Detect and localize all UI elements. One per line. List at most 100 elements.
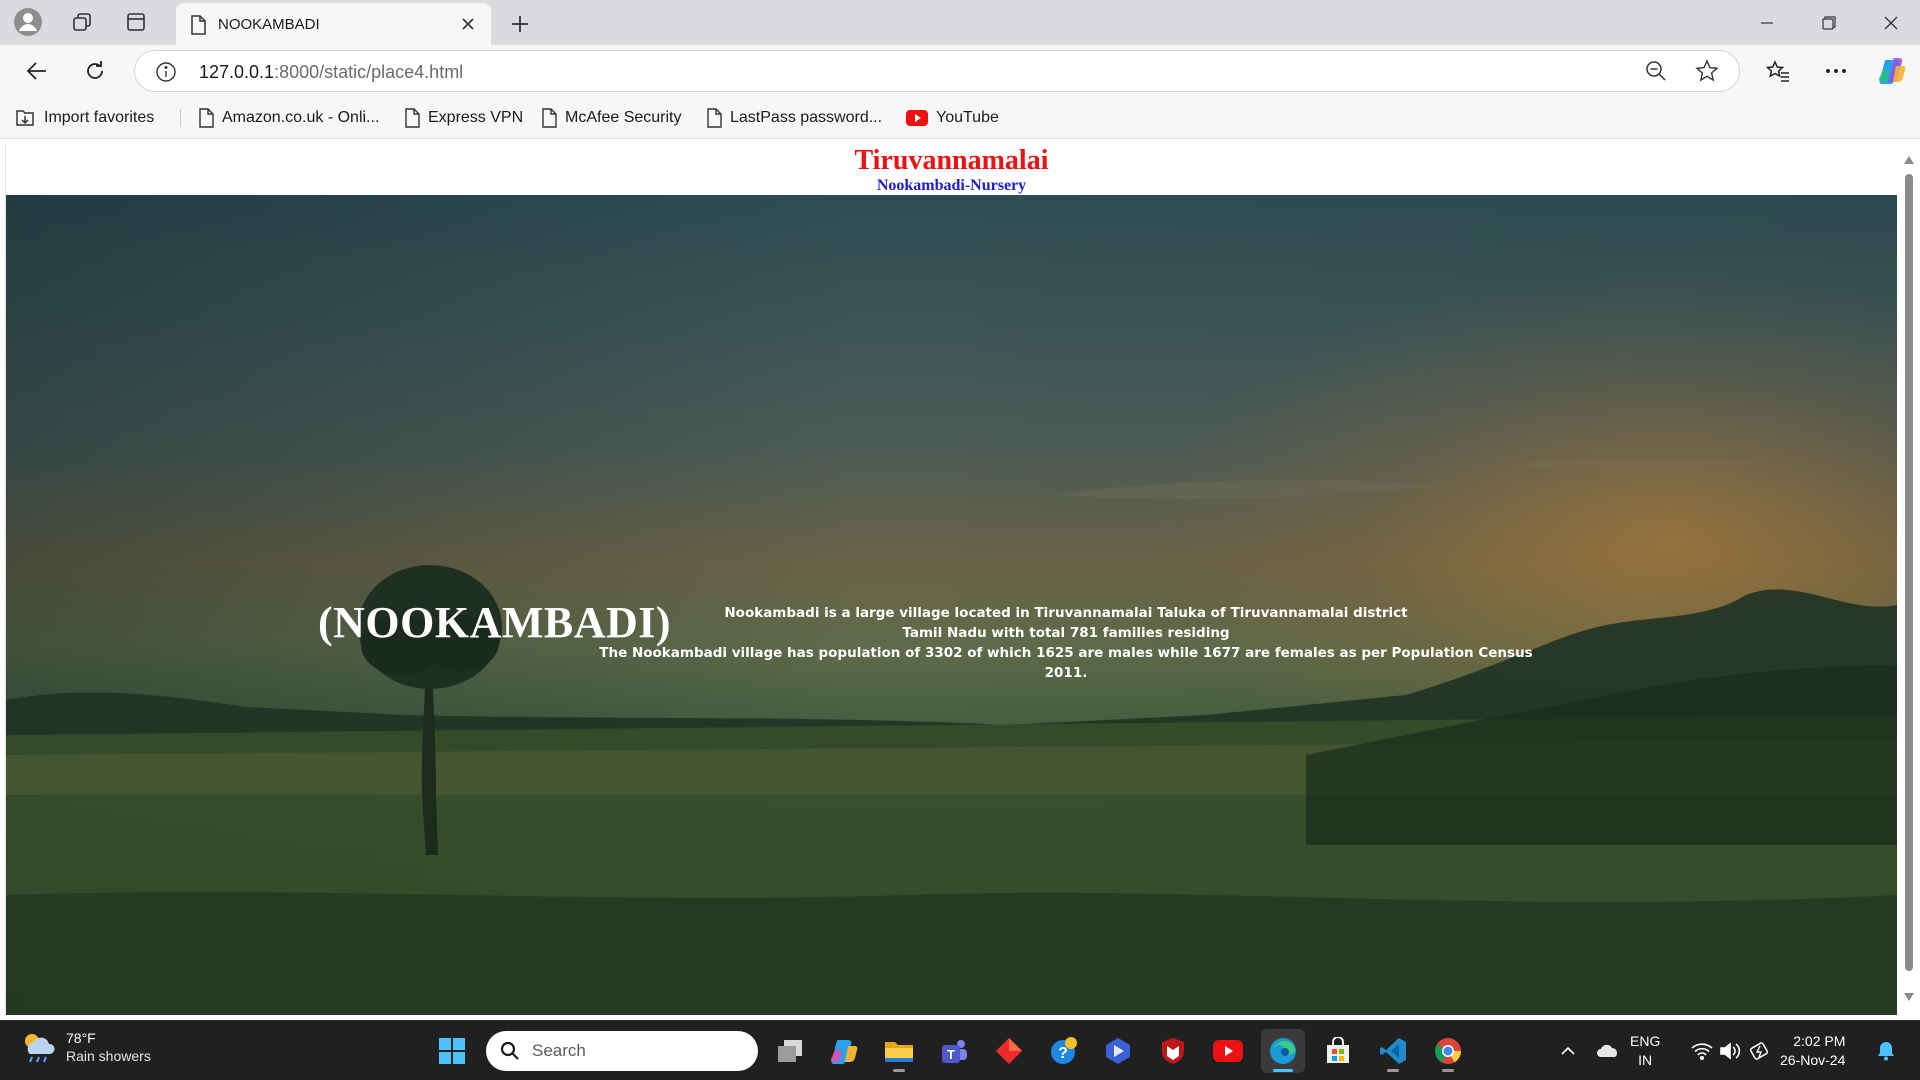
scrollbar-thumb[interactable]	[1905, 174, 1913, 971]
weather-condition: Rain showers	[66, 1048, 151, 1064]
back-button[interactable]	[18, 53, 56, 89]
fav-label: McAfee Security	[565, 109, 682, 126]
microsoft-store-button[interactable]	[1316, 1029, 1360, 1073]
fav-label: Import favorites	[44, 109, 155, 126]
profile-icon[interactable]	[8, 6, 48, 38]
running-indicator	[1273, 1069, 1293, 1072]
task-view-button[interactable]	[768, 1029, 812, 1073]
start-button[interactable]	[430, 1029, 474, 1073]
page-icon	[542, 108, 557, 128]
weather-widget[interactable]: 78°F Rain showers	[20, 1029, 151, 1065]
wifi-icon[interactable]	[1690, 1039, 1714, 1063]
more-options-icon[interactable]	[1816, 53, 1856, 89]
vertical-tabs-icon[interactable]	[116, 6, 156, 38]
mcafee-button[interactable]	[1151, 1029, 1195, 1073]
help-icon: ?	[1051, 1037, 1077, 1064]
onedrive-cloud-icon[interactable]	[1596, 1039, 1620, 1063]
page-scrollbar[interactable]	[1898, 144, 1920, 1015]
close-tab-icon[interactable]	[457, 13, 479, 35]
favorite-youtube[interactable]: YouTube	[906, 106, 999, 130]
page-subtitle: Nookambadi-Nursery	[876, 177, 1027, 194]
copilot-icon	[831, 1040, 858, 1064]
running-indicator	[1387, 1069, 1399, 1072]
power-automate-button[interactable]	[1096, 1029, 1140, 1073]
site-info-icon[interactable]	[155, 61, 177, 88]
favorite-express-vpn[interactable]: Express VPN	[404, 106, 523, 130]
hero-description: Nookambadi is a large village located in…	[599, 603, 1532, 683]
url-path: :8000/static/place4.html	[274, 62, 464, 82]
file-explorer-button[interactable]	[877, 1029, 921, 1073]
chrome-icon	[1435, 1038, 1462, 1064]
search-label: Search	[532, 1041, 586, 1060]
favorite-amazon[interactable]: Amazon.co.uk - Onli...	[198, 106, 379, 130]
close-window-button[interactable]	[1860, 0, 1920, 45]
svg-text:?: ?	[1058, 1045, 1068, 1062]
page-viewport: Tiruvannamalai Nookambadi-Nursery (NOOKA…	[5, 144, 1902, 1015]
favorites-icon[interactable]	[1758, 53, 1798, 89]
hero-line-1: Nookambadi is a large village located in…	[724, 605, 1408, 621]
edge-icon	[1270, 1038, 1296, 1064]
diamond-app-icon	[996, 1038, 1022, 1064]
restore-button[interactable]	[1798, 0, 1860, 45]
red-app-button[interactable]	[987, 1029, 1031, 1073]
hero-heading: (NOOKAMBADI)	[318, 598, 672, 647]
weather-text: 78°F Rain showers	[66, 1029, 151, 1065]
hero-banner: (NOOKAMBADI) Nookambadi is a large villa…	[6, 195, 1897, 1015]
clock-date: 26-Nov-24	[1780, 1052, 1846, 1068]
new-tab-button[interactable]	[504, 8, 536, 40]
import-favorites-button[interactable]: Import favorites	[14, 106, 154, 130]
refresh-button[interactable]	[76, 53, 114, 89]
scroll-up-arrow-icon[interactable]	[1903, 152, 1915, 170]
input-language-indicator[interactable]: ENG IN	[1630, 1032, 1660, 1070]
page-icon	[199, 108, 214, 128]
windows-taskbar: 78°F Rain showers Search T ? ENG IN 2:02…	[0, 1020, 1920, 1080]
running-indicator	[893, 1069, 905, 1072]
page-icon	[405, 108, 420, 128]
favorite-star-icon[interactable]	[1695, 59, 1719, 88]
vscode-icon	[1380, 1038, 1406, 1064]
minimize-button[interactable]	[1736, 0, 1798, 45]
url-text[interactable]: 127.0.0.1:8000/static/place4.html	[199, 62, 463, 83]
active-tab[interactable]: NOOKAMBADI	[176, 3, 491, 45]
hero-line-3: The Nookambadi village has population of…	[599, 645, 1533, 681]
vscode-button[interactable]	[1371, 1029, 1415, 1073]
fav-label: LastPass password...	[730, 109, 883, 126]
youtube-taskbar-button[interactable]	[1206, 1029, 1250, 1073]
copilot-icon[interactable]	[1872, 53, 1912, 89]
notification-bell-icon[interactable]	[1874, 1039, 1898, 1063]
workspaces-icon[interactable]	[62, 6, 102, 38]
volume-icon[interactable]	[1718, 1039, 1742, 1063]
favorites-divider	[180, 109, 181, 127]
copilot-taskbar-button[interactable]	[822, 1029, 866, 1073]
lang-code: ENG	[1630, 1033, 1661, 1049]
zoom-out-icon[interactable]	[1645, 60, 1667, 87]
favorite-mcafee[interactable]: McAfee Security	[541, 106, 681, 130]
windows-logo-icon	[439, 1038, 465, 1064]
store-icon	[1327, 1037, 1349, 1063]
rain-cloud-icon	[25, 1034, 55, 1063]
address-bar[interactable]: 127.0.0.1:8000/static/place4.html	[134, 50, 1740, 92]
task-view-icon	[778, 1040, 802, 1062]
favorite-lastpass[interactable]: LastPass password...	[706, 106, 882, 130]
battery-charging-icon[interactable]	[1748, 1039, 1772, 1063]
hexagon-app-icon	[1106, 1038, 1130, 1064]
fav-label: Express VPN	[428, 109, 524, 126]
folder-icon	[885, 1042, 913, 1062]
edge-taskbar-button[interactable]	[1261, 1029, 1305, 1073]
lang-region: IN	[1638, 1052, 1653, 1068]
teams-button[interactable]: T	[932, 1029, 976, 1073]
hero-line-2: Tamil Nadu with total 781 families resid…	[902, 625, 1230, 641]
search-icon	[500, 1041, 519, 1060]
taskbar-search-box[interactable]: Search	[486, 1031, 758, 1071]
get-help-button[interactable]: ?	[1042, 1029, 1086, 1073]
tab-title: NOOKAMBADI	[218, 16, 320, 33]
taskbar-clock[interactable]: 2:02 PM 26-Nov-24	[1780, 1032, 1845, 1070]
running-indicator	[1442, 1069, 1454, 1072]
scroll-down-arrow-icon[interactable]	[1903, 989, 1915, 1007]
chrome-button[interactable]	[1426, 1029, 1470, 1073]
clock-time: 2:02 PM	[1793, 1033, 1846, 1049]
import-icon	[16, 110, 34, 126]
show-hidden-icons-chevron-icon[interactable]	[1556, 1039, 1580, 1063]
teams-icon: T	[942, 1040, 967, 1063]
browser-tab-strip: NOOKAMBADI	[0, 0, 1920, 45]
